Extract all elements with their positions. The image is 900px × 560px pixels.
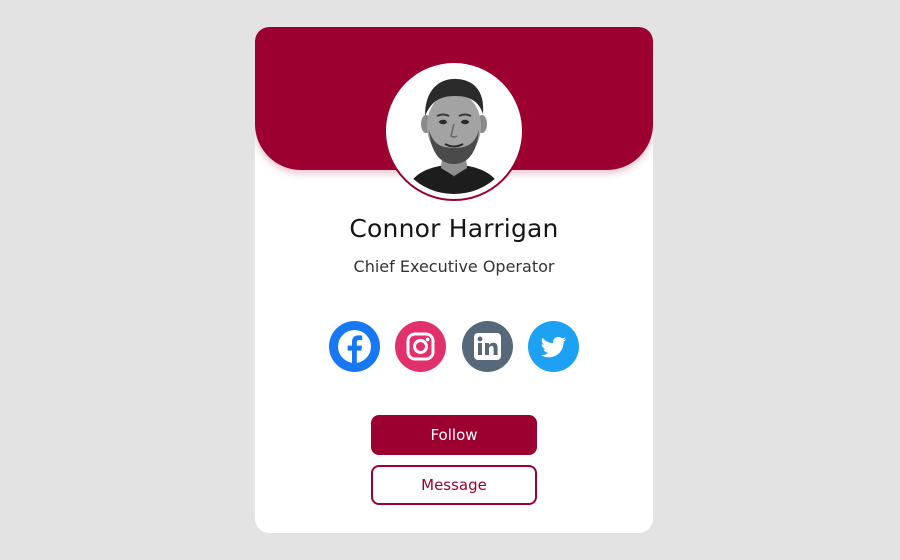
facebook-icon	[338, 330, 371, 363]
follow-button[interactable]: Follow	[371, 415, 537, 455]
instagram-link[interactable]	[395, 321, 446, 372]
twitter-link[interactable]	[528, 321, 579, 372]
avatar-ring	[384, 61, 524, 201]
instagram-icon	[406, 332, 435, 361]
social-links	[329, 321, 579, 372]
twitter-icon	[540, 336, 566, 358]
avatar	[391, 68, 517, 194]
linkedin-icon	[474, 333, 501, 360]
profile-card: Connor Harrigan Chief Executive Operator	[255, 27, 653, 533]
person-avatar-icon	[391, 68, 517, 194]
facebook-link[interactable]	[329, 321, 380, 372]
linkedin-link[interactable]	[462, 321, 513, 372]
profile-title: Chief Executive Operator	[353, 257, 555, 276]
profile-name: Connor Harrigan	[349, 214, 559, 243]
message-button[interactable]: Message	[371, 465, 537, 505]
